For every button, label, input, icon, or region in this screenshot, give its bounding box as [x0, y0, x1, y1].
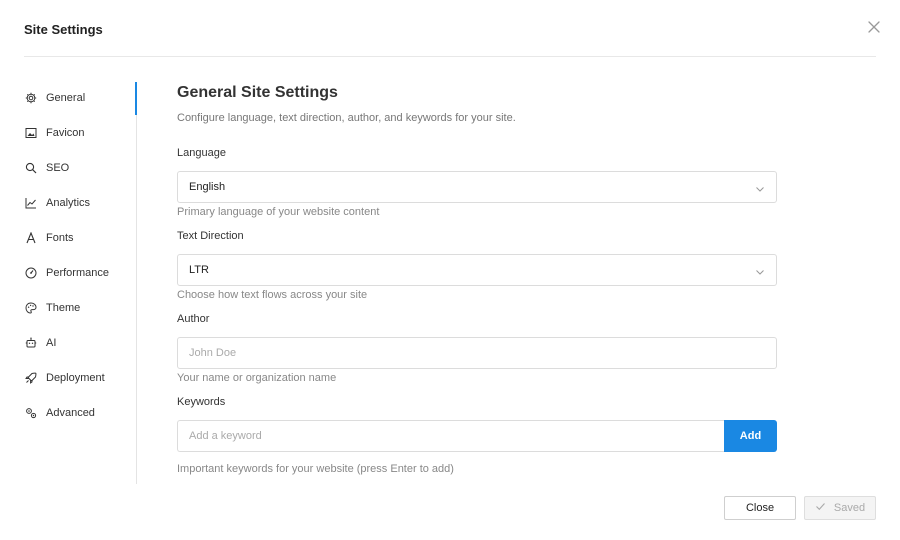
sidebar-item-favicon[interactable]: Favicon [24, 123, 85, 143]
sidebar-item-label: Deployment [46, 372, 105, 384]
sidebar-item-label: General [46, 92, 86, 104]
sidebar-item-label: SEO [46, 162, 70, 174]
keywords-label: Keywords [177, 396, 226, 408]
saved-button: Saved [804, 496, 876, 520]
language-select[interactable]: English [177, 171, 777, 203]
sidebar-item-advanced[interactable]: Advanced [24, 403, 95, 423]
gear-icon [24, 91, 38, 105]
page-description: Configure language, text direction, auth… [177, 112, 516, 124]
close-button[interactable]: Close [724, 496, 796, 520]
active-indicator [135, 82, 137, 115]
sidebar-item-label: Analytics [46, 197, 91, 209]
sidebar-item-label: Theme [46, 302, 81, 314]
header-divider [24, 56, 876, 57]
direction-value: LTR [189, 264, 209, 276]
settings-sidebar: General Favicon SEO Analytics Fonts Perf… [24, 82, 137, 484]
cogs-icon [24, 406, 38, 420]
palette-icon [24, 301, 38, 315]
sidebar-item-general[interactable]: General [24, 88, 85, 108]
language-help: Primary language of your website content [177, 206, 380, 218]
author-input[interactable] [177, 337, 777, 369]
sidebar-item-label: Advanced [46, 407, 95, 419]
sidebar-item-label: AI [46, 337, 57, 349]
close-icon[interactable] [865, 18, 883, 36]
language-value: English [189, 181, 226, 193]
site-settings-dialog: Site Settings General Favicon SEO Analyt… [0, 0, 900, 540]
sidebar-item-performance[interactable]: Performance [24, 263, 109, 283]
saved-label: Saved [833, 502, 866, 514]
author-help: Your name or organization name [177, 372, 337, 384]
sidebar-item-label: Performance [46, 267, 109, 279]
sidebar-item-deployment[interactable]: Deployment [24, 368, 105, 388]
chevron-down-icon [754, 182, 766, 194]
sidebar-item-analytics[interactable]: Analytics [24, 193, 90, 213]
dialog-title: Site Settings [24, 22, 103, 37]
direction-select[interactable]: LTR [177, 254, 777, 286]
rocket-icon [24, 371, 38, 385]
robot-icon [24, 336, 38, 350]
font-icon [24, 231, 38, 245]
page-title: General Site Settings [177, 84, 338, 101]
language-label: Language [177, 147, 226, 159]
sidebar-item-fonts[interactable]: Fonts [24, 228, 74, 248]
add-keyword-button[interactable]: Add [724, 420, 777, 452]
sidebar-item-ai[interactable]: AI [24, 333, 56, 353]
keyword-input[interactable] [177, 420, 725, 452]
direction-label: Text Direction [177, 230, 244, 242]
search-icon [24, 161, 38, 175]
chart-line-icon [24, 196, 38, 210]
keywords-help: Important keywords for your website (pre… [177, 463, 454, 475]
sidebar-item-seo[interactable]: SEO [24, 158, 69, 178]
direction-help: Choose how text flows across your site [177, 289, 368, 301]
chevron-down-icon [754, 265, 766, 277]
sidebar-item-theme[interactable]: Theme [24, 298, 80, 318]
author-label: Author [177, 313, 210, 325]
sidebar-item-label: Fonts [46, 232, 74, 244]
gauge-icon [24, 266, 38, 280]
sidebar-item-label: Favicon [46, 127, 85, 139]
image-icon [24, 126, 38, 140]
check-icon [815, 501, 826, 515]
